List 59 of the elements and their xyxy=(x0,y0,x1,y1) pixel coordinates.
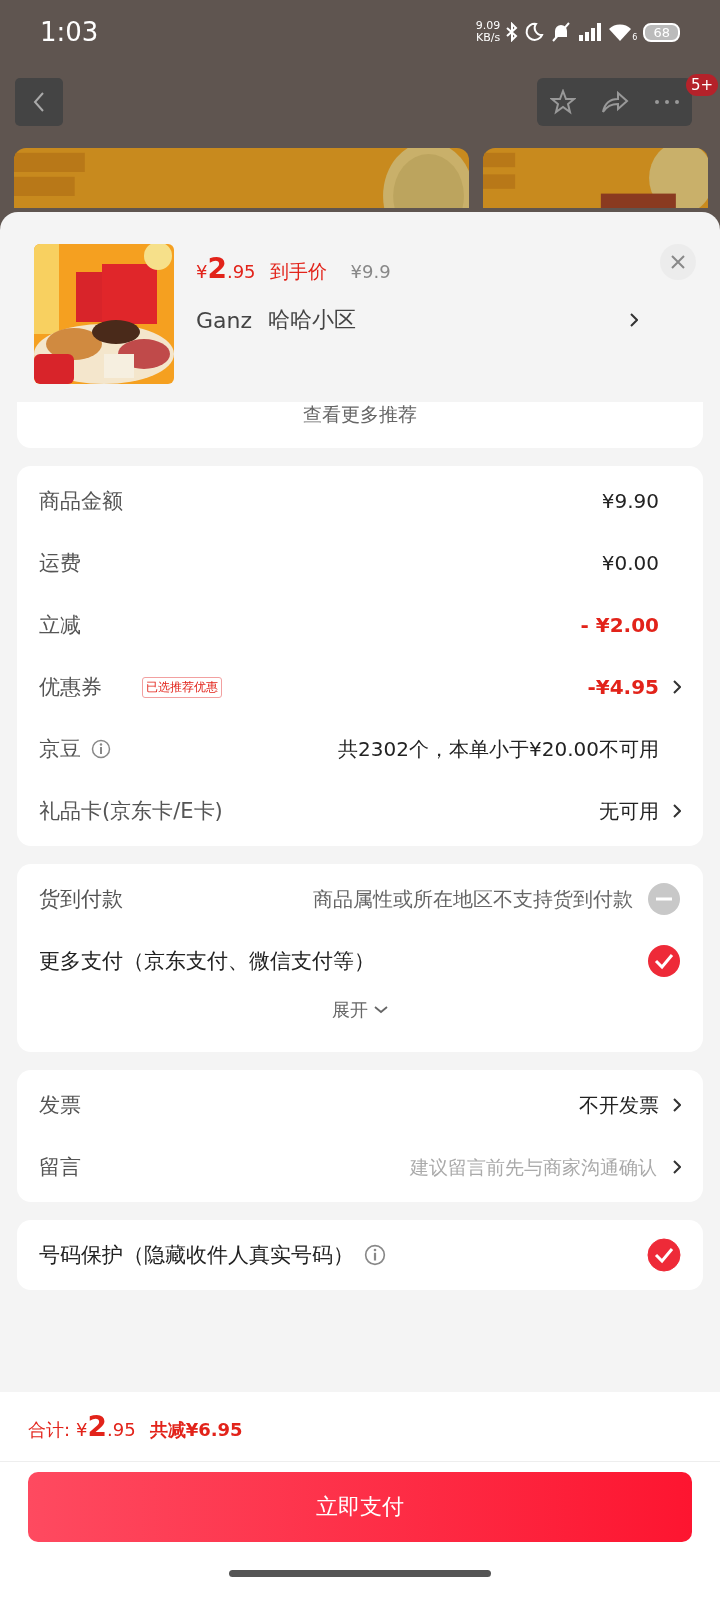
recipient-name: Ganz xyxy=(196,307,253,333)
row-label: 礼品卡(京东卡/E卡) xyxy=(39,798,224,825)
row-label: 商品金额 xyxy=(39,488,124,515)
row-label: 号码保护（隐藏收件人真实号码） xyxy=(39,1242,354,1269)
row-label: 立减 xyxy=(39,612,82,639)
row-label: 发票 xyxy=(39,1092,81,1119)
status-time: 1:03 xyxy=(40,17,99,47)
row-label: 优惠券 xyxy=(39,674,103,701)
payment-note: 商品属性或所在地区不支持货到付款 xyxy=(313,885,633,913)
chevron-right-icon[interactable] xyxy=(673,680,681,694)
moon-icon xyxy=(524,22,545,42)
coupon-tag: 已选推荐优惠 xyxy=(142,676,222,698)
total-price: ¥2.95 xyxy=(76,1410,136,1443)
more-recommend-link[interactable]: 查看更多推荐 xyxy=(303,402,417,428)
row-label: 留言 xyxy=(39,1154,81,1181)
info-icon[interactable] xyxy=(91,739,111,759)
close-icon xyxy=(671,255,685,269)
address-text: 哈哈小区 xyxy=(268,306,357,334)
row-value: 共2302个，本单小于¥20.00不可用 xyxy=(338,735,660,763)
payment-option[interactable]: 更多支付（京东支付、微信支付等） xyxy=(39,947,375,975)
share-icon[interactable] xyxy=(600,90,629,114)
chevron-right-icon[interactable] xyxy=(673,804,681,818)
more-icon[interactable] xyxy=(653,99,680,105)
row-value: - ¥2.00 xyxy=(580,613,660,637)
check-icon[interactable] xyxy=(647,944,681,978)
row-value: ¥0.00 xyxy=(601,551,660,575)
expand-toggle[interactable]: 展开 xyxy=(332,998,368,1022)
final-price: ¥2.95 xyxy=(196,252,256,285)
chevron-left-icon xyxy=(32,91,46,113)
address-row[interactable]: Ganz 哈哈小区 xyxy=(196,305,638,335)
saved-amount: 共减¥6.95 xyxy=(149,1418,243,1442)
star-icon[interactable] xyxy=(549,89,576,115)
row-label: 运费 xyxy=(39,550,82,577)
row-label: 京豆 xyxy=(39,736,81,763)
wifi-label: 6 xyxy=(632,33,638,42)
muted-bell-icon xyxy=(550,22,573,42)
row-value: 无可用 xyxy=(599,797,659,825)
price-label: 到手价 xyxy=(269,259,327,284)
back-button[interactable] xyxy=(15,78,63,126)
info-icon[interactable] xyxy=(364,1244,386,1266)
close-button[interactable] xyxy=(660,244,696,280)
row-value: -¥4.95 xyxy=(587,675,659,699)
original-price: ¥9.9 xyxy=(350,261,391,282)
pay-button[interactable]: 立即支付 xyxy=(28,1472,692,1542)
network-speed: 9.09 KB/s xyxy=(475,20,501,44)
wifi-icon xyxy=(608,22,633,42)
total-label: 合计: xyxy=(28,1418,71,1442)
notification-badge: 5+ xyxy=(685,74,718,96)
signal-icon xyxy=(578,22,603,42)
chevron-right-icon xyxy=(630,313,638,327)
chevron-down-icon[interactable] xyxy=(374,1006,388,1014)
battery-indicator: 68 xyxy=(643,22,680,42)
message-field[interactable]: 建议留言前先与商家沟通确认 xyxy=(355,1155,659,1179)
row-value: 不开发票 xyxy=(579,1091,659,1119)
bluetooth-icon xyxy=(506,22,519,42)
chevron-right-icon[interactable] xyxy=(673,1098,681,1112)
chevron-right-icon[interactable] xyxy=(673,1160,681,1174)
row-value: ¥9.90 xyxy=(601,489,660,513)
check-icon[interactable] xyxy=(647,1238,681,1272)
